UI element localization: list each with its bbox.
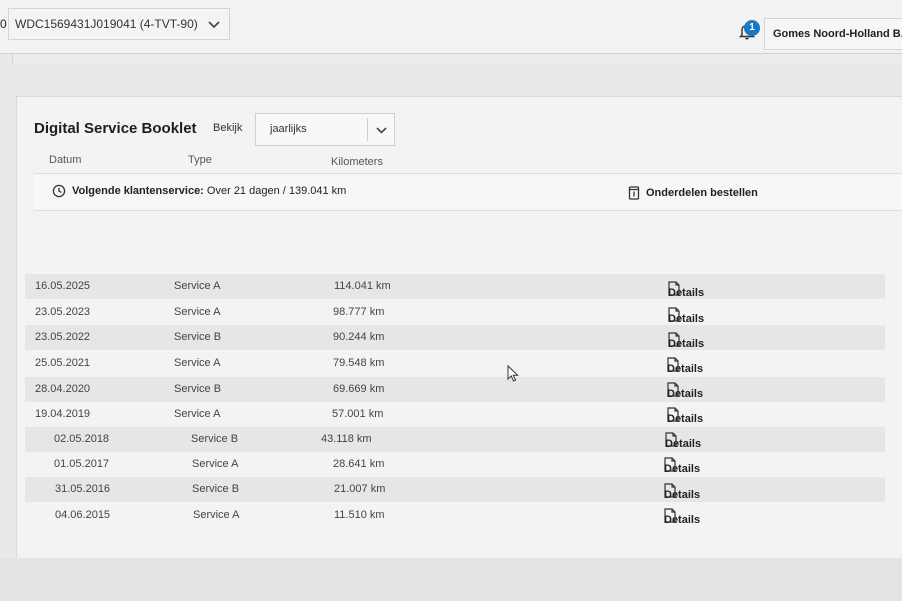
row-type: Service A [174, 357, 221, 369]
row-kilometers: 43.118 km [321, 433, 372, 445]
details-label: Details [667, 388, 704, 400]
row-date: 19.04.2019 [35, 408, 91, 420]
row-date: 25.05.2021 [35, 357, 91, 369]
row-type: Service A [192, 458, 239, 470]
row-kilometers: 57.001 km [332, 408, 384, 420]
details-label: Details [664, 514, 701, 526]
next-service-value: Over 21 dagen / 139.041 km [206, 185, 347, 197]
details-label: Details [667, 413, 704, 425]
details-button[interactable]: Details [667, 407, 703, 425]
chevron-down-icon [208, 21, 220, 29]
select-divider [367, 118, 368, 141]
notification-badge: 1 [744, 20, 760, 36]
row-date: 28.04.2020 [35, 383, 91, 395]
vehicle-select-value: WDC1569431J019041 (4-TVT-90) [15, 17, 198, 31]
clock-icon [52, 184, 66, 198]
details-button[interactable]: Details [667, 382, 703, 400]
page-footer-area [0, 558, 902, 601]
details-label: Details [664, 489, 701, 501]
column-header-date: Datum [49, 154, 82, 166]
row-date: 23.05.2022 [35, 331, 91, 343]
order-parts-label: Onderdelen bestellen [646, 187, 758, 199]
column-header-type: Type [188, 154, 212, 166]
table-row: 31.05.2016 Service B 21.007 km Details [25, 477, 885, 502]
row-date: 16.05.2025 [35, 280, 91, 292]
row-date: 01.05.2017 [54, 458, 110, 470]
next-service-info: Volgende klantenservice: Over 21 dagen /… [72, 185, 346, 197]
table-row: 19.04.2019 Service A 57.001 km Details [25, 402, 885, 427]
view-period-value: jaarlijks [270, 123, 307, 135]
view-label: Bekijk [213, 122, 243, 134]
table-row: 04.06.2015 Service A 11.510 km Details [25, 503, 885, 528]
table-row: 23.05.2023 Service A 98.777 km Details [25, 300, 885, 325]
vin-prefix: 0 [0, 17, 7, 31]
trash-bin-icon [628, 186, 640, 200]
row-date: 04.06.2015 [55, 509, 111, 521]
sub-header-strip [12, 54, 902, 64]
row-kilometers: 28.641 km [333, 458, 385, 470]
row-type: Service A [174, 280, 221, 292]
row-date: 02.05.2018 [54, 433, 110, 445]
view-period-select[interactable]: jaarlijks [255, 113, 395, 146]
row-date: 31.05.2016 [55, 483, 111, 495]
details-label: Details [668, 313, 705, 325]
details-label: Details [665, 438, 702, 450]
table-row: 02.05.2018 Service B 43.118 km Details [25, 427, 885, 452]
details-button[interactable]: Details [668, 307, 704, 325]
details-button[interactable]: Details [667, 357, 703, 375]
page-title: Digital Service Booklet [34, 120, 197, 137]
next-service-label: Volgende klantenservice: [72, 185, 204, 197]
row-date: 23.05.2023 [35, 306, 91, 318]
details-button[interactable]: Details [668, 332, 704, 350]
details-label: Details [664, 463, 701, 475]
details-button[interactable]: Details [665, 432, 701, 450]
table-row: 28.04.2020 Service B 69.669 km Details [25, 377, 885, 402]
table-row: 16.05.2025 Service A 114.041 km Details [25, 274, 885, 299]
table-row: 25.05.2021 Service A 79.548 km Details [25, 351, 885, 376]
details-label: Details [668, 338, 705, 350]
row-kilometers: 69.669 km [333, 383, 385, 395]
row-type: Service A [193, 509, 240, 521]
row-kilometers: 114.041 km [334, 280, 391, 292]
mouse-cursor-icon [507, 365, 519, 382]
chevron-down-icon [376, 127, 387, 134]
details-label: Details [667, 363, 704, 375]
table-row: 01.05.2017 Service A 28.641 km Details [25, 452, 885, 477]
details-label: Details [668, 287, 705, 299]
details-button[interactable]: Details [664, 508, 700, 526]
row-type: Service B [174, 331, 222, 343]
details-button[interactable]: Details [664, 457, 700, 475]
dealer-selector[interactable]: Gomes Noord-Holland B.V [764, 18, 902, 50]
details-button[interactable]: Details [664, 483, 700, 501]
vehicle-select[interactable]: WDC1569431J019041 (4-TVT-90) [8, 8, 230, 40]
row-type: Service A [174, 408, 221, 420]
row-type: Service B [191, 433, 239, 445]
order-parts-button[interactable]: Onderdelen bestellen [628, 186, 758, 200]
top-bar: 0 WDC1569431J019041 (4-TVT-90) 1 Gomes N… [0, 0, 902, 54]
row-kilometers: 21.007 km [334, 483, 386, 495]
row-type: Service A [174, 306, 221, 318]
next-service-bar: Volgende klantenservice: Over 21 dagen /… [34, 173, 902, 211]
details-button[interactable]: Details [668, 281, 704, 299]
row-type: Service B [192, 483, 240, 495]
row-kilometers: 98.777 km [333, 306, 385, 318]
row-kilometers: 79.548 km [333, 357, 385, 369]
table-row: 23.05.2022 Service B 90.244 km Details [25, 325, 885, 350]
row-kilometers: 11.510 km [334, 509, 385, 521]
row-kilometers: 90.244 km [333, 331, 385, 343]
column-header-kilometers: Kilometers [331, 156, 383, 168]
row-type: Service B [174, 383, 222, 395]
